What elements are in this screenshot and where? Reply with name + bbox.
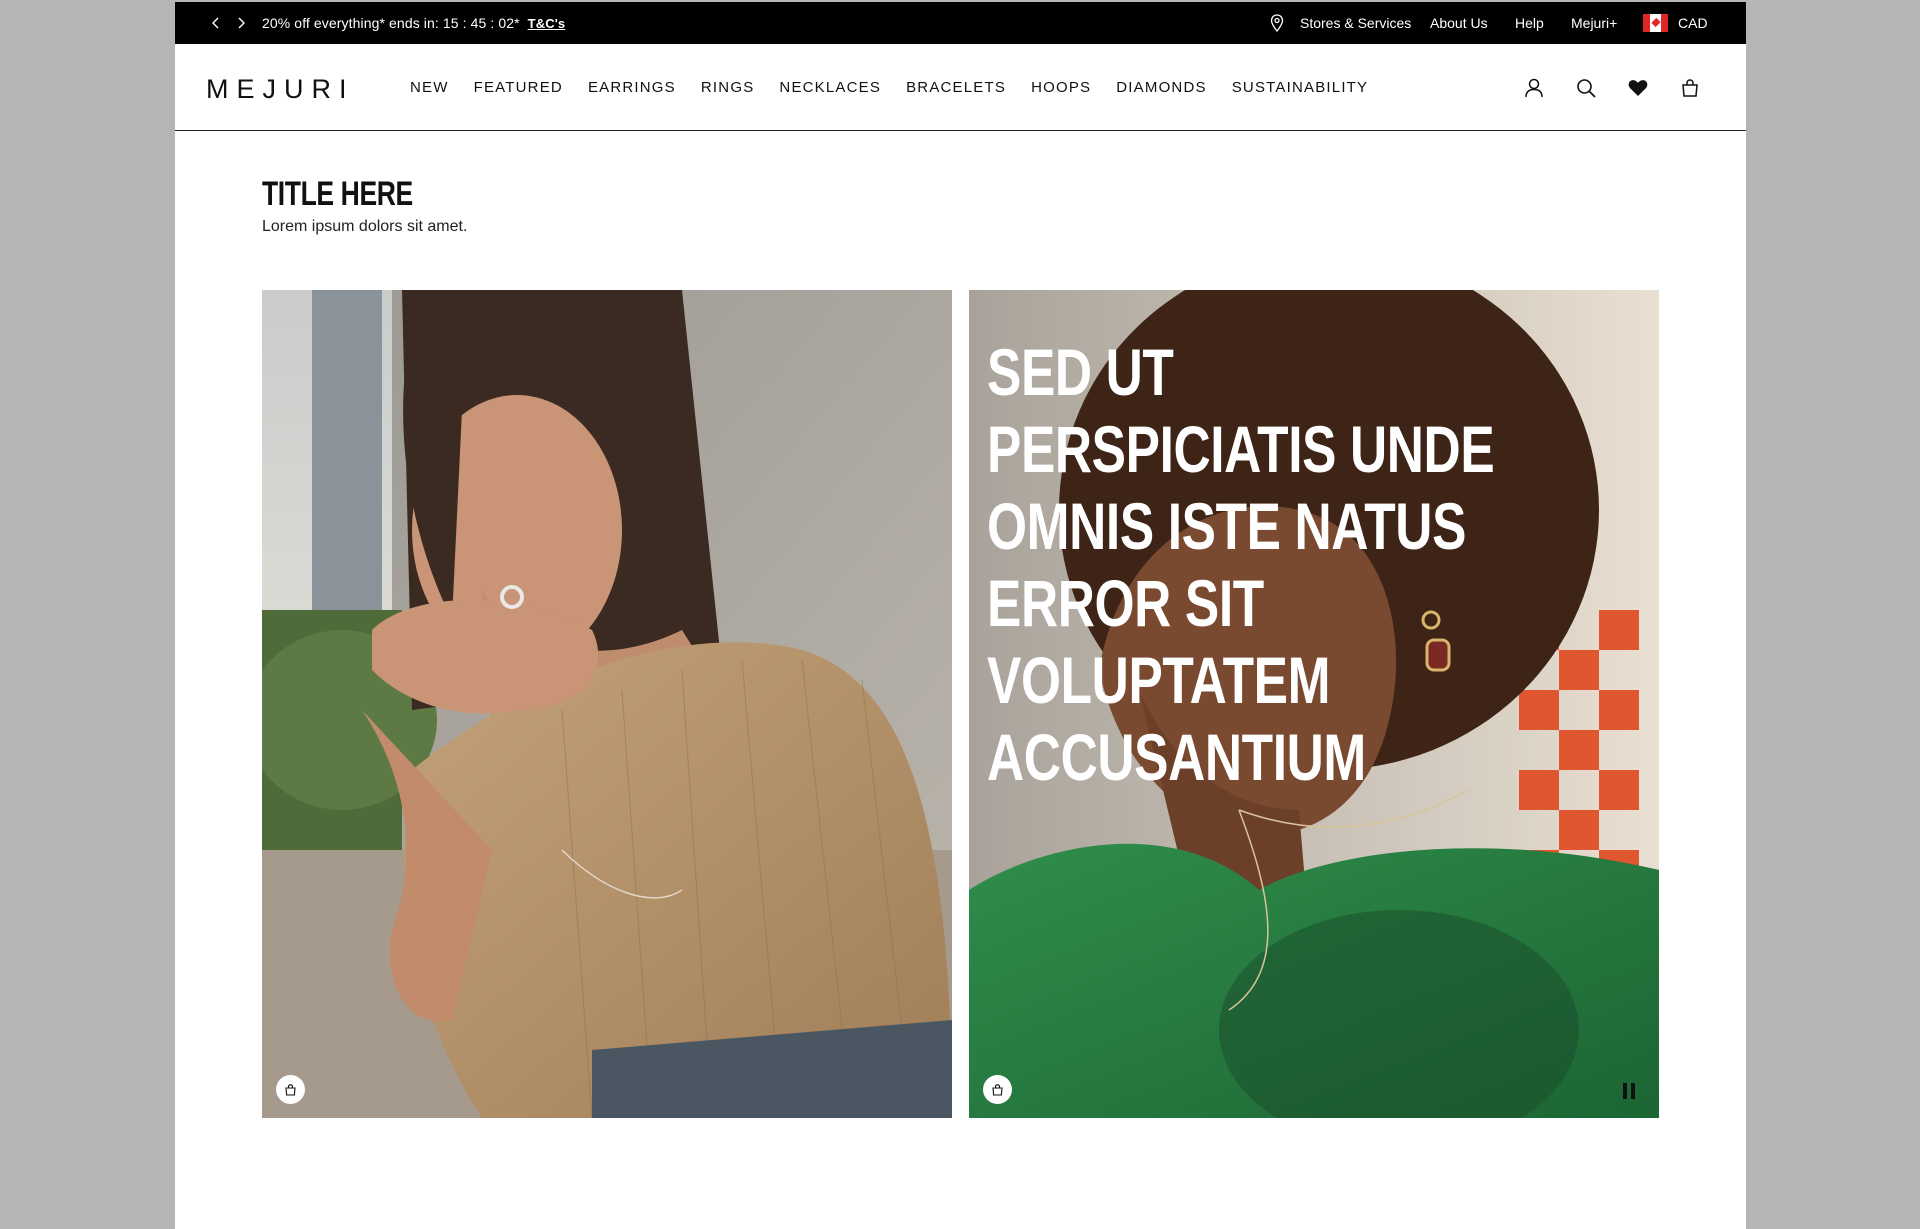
search-button[interactable]	[1574, 76, 1598, 100]
main-nav: NEW FEATURED EARRINGS RINGS NECKLACES BR…	[410, 44, 1393, 131]
currency-label: CAD	[1678, 15, 1708, 31]
nav-item-diamonds[interactable]: DIAMONDS	[1116, 79, 1206, 96]
header-icons	[1522, 44, 1702, 131]
promo-message: 20% off everything* ends in: 15 : 45 : 0…	[262, 15, 520, 31]
wishlist-heart-icon	[1628, 79, 1648, 96]
help-link[interactable]: Help	[1515, 2, 1544, 44]
promo-message-group: 20% off everything* ends in: 15 : 45 : 0…	[262, 2, 565, 44]
promo-prev-button[interactable]	[205, 2, 227, 44]
nav-item-rings[interactable]: RINGS	[701, 79, 755, 96]
help-label: Help	[1515, 15, 1544, 31]
canada-flag-icon	[1643, 14, 1668, 32]
account-button[interactable]	[1522, 76, 1546, 100]
promo-bar: 20% off everything* ends in: 15 : 45 : 0…	[175, 2, 1746, 44]
chevron-left-icon	[212, 17, 219, 29]
currency-selector[interactable]: CAD	[1643, 2, 1708, 44]
search-icon	[1577, 78, 1596, 98]
video-pause-button[interactable]	[1619, 1080, 1639, 1102]
shopping-bag-icon	[285, 1084, 296, 1096]
nav-item-earrings[interactable]: EARRINGS	[588, 79, 676, 96]
chevron-right-icon	[238, 17, 245, 29]
promo-next-button[interactable]	[230, 2, 252, 44]
section-heading: TITLE HERE Lorem ipsum dolors sit amet.	[262, 176, 467, 236]
stores-services-link[interactable]: Stores & Services	[1270, 2, 1411, 44]
location-pin-icon	[1270, 14, 1284, 32]
mejuri-plus-label: Mejuri+	[1571, 15, 1618, 31]
card-headline: SED UT PERSPICIATIS UNDE OMNIS ISTE NATU…	[987, 335, 1495, 794]
section-subtitle: Lorem ipsum dolors sit amet.	[262, 218, 468, 235]
shop-look-button-right[interactable]	[983, 1075, 1012, 1104]
shopping-bag-icon	[992, 1084, 1003, 1096]
about-us-label: About Us	[1430, 15, 1488, 31]
wishlist-button[interactable]	[1626, 76, 1650, 100]
page: 20% off everything* ends in: 15 : 45 : 0…	[175, 2, 1746, 1229]
nav-item-necklaces[interactable]: NECKLACES	[779, 79, 881, 96]
shopping-bag-icon	[1682, 78, 1698, 97]
pause-icon	[1623, 1083, 1627, 1099]
section-title: TITLE HERE	[262, 175, 413, 213]
about-us-link[interactable]: About Us	[1430, 2, 1488, 44]
shop-look-button-left[interactable]	[276, 1075, 305, 1104]
cart-button[interactable]	[1678, 76, 1702, 100]
mejuri-plus-link[interactable]: Mejuri+	[1571, 2, 1617, 44]
lifestyle-card-left[interactable]	[262, 290, 952, 1118]
nav-item-new[interactable]: NEW	[410, 79, 449, 96]
lifestyle-card-right[interactable]: SED UT PERSPICIATIS UNDE OMNIS ISTE NATU…	[969, 290, 1659, 1118]
stores-services-label: Stores & Services	[1300, 15, 1412, 31]
mejuri-logo[interactable]: MEJURI	[206, 74, 355, 105]
nav-item-bracelets[interactable]: BRACELETS	[906, 79, 1006, 96]
nav-item-featured[interactable]: FEATURED	[474, 79, 563, 96]
nav-item-sustainability[interactable]: SUSTAINABILITY	[1232, 79, 1369, 96]
nav-item-hoops[interactable]: HOOPS	[1031, 79, 1091, 96]
account-icon	[1525, 78, 1543, 97]
terms-link[interactable]: T&C's	[528, 16, 566, 31]
lifestyle-photo-left	[262, 290, 952, 1118]
site-header: MEJURI NEW FEATURED EARRINGS RINGS NECKL…	[175, 44, 1746, 131]
